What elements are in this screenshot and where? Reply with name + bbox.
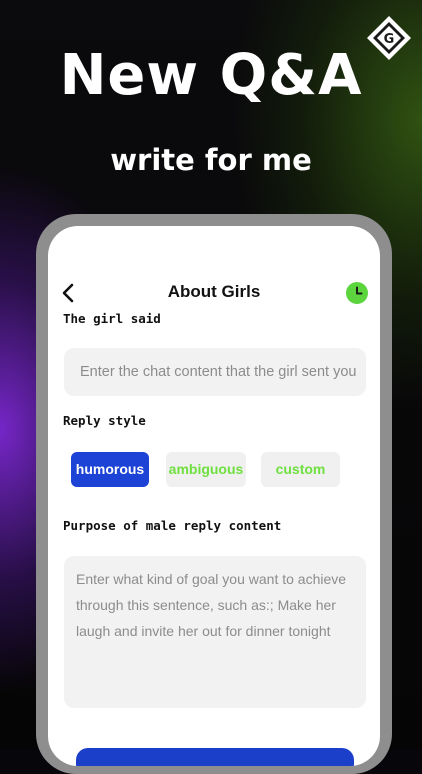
purpose-textarea[interactable] — [64, 556, 366, 706]
promo-title: New Q&A — [59, 43, 363, 108]
purpose-field — [64, 556, 366, 708]
purpose-label: Purpose of male reply content — [63, 518, 282, 533]
submit-button[interactable] — [76, 748, 354, 766]
phone-screen: About Girls The girl said Reply style hu… — [48, 226, 380, 766]
promo-subtitle: write for me — [110, 143, 312, 177]
girl-said-label: The girl said — [63, 311, 161, 326]
style-option-ambiguous[interactable]: ambiguous — [166, 452, 246, 487]
style-option-humorous[interactable]: humorous — [71, 452, 149, 487]
girl-said-field — [64, 348, 366, 396]
clock-icon — [356, 286, 363, 295]
girl-said-input[interactable] — [64, 348, 366, 396]
screen-title: About Girls — [167, 282, 261, 301]
style-option-custom[interactable]: custom — [261, 452, 340, 487]
history-button[interactable] — [346, 282, 368, 304]
reply-style-label: Reply style — [63, 413, 146, 428]
